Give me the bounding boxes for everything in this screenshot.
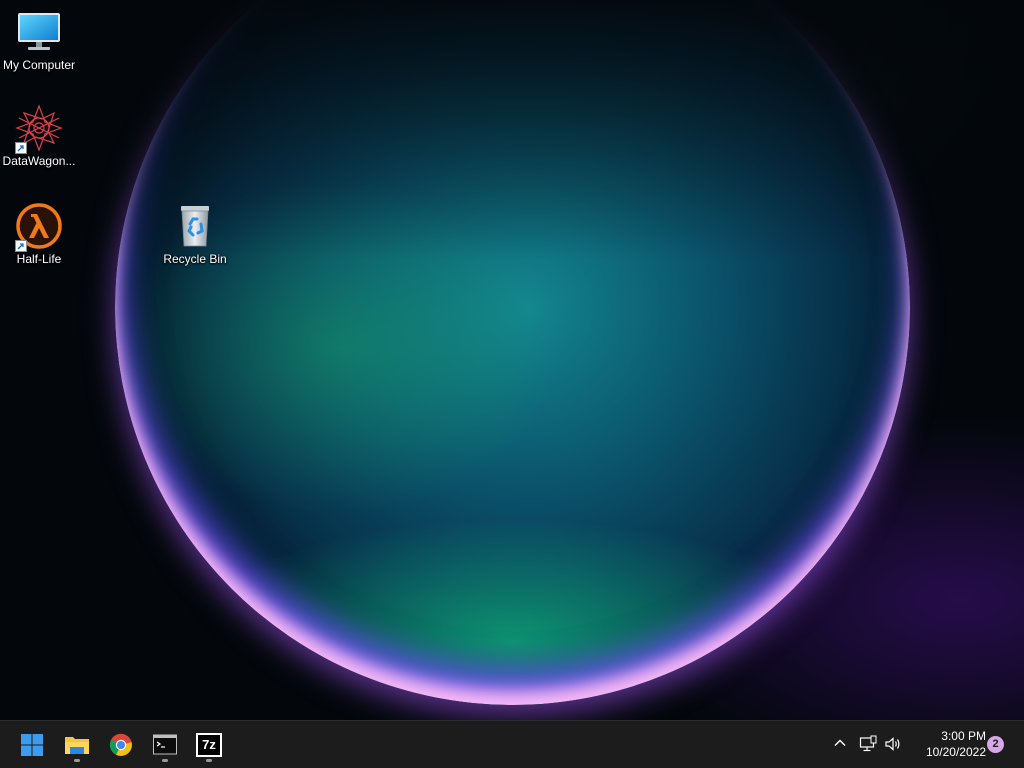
7zip-label: 7z <box>202 737 216 752</box>
running-indicator <box>74 759 80 762</box>
desktop-icon-recycle-bin[interactable]: Recycle Bin <box>156 202 234 266</box>
clock[interactable]: 3:00 PM 10/20/2022 <box>906 728 986 760</box>
running-indicator <box>206 759 212 762</box>
shortcut-arrow-icon <box>15 142 27 154</box>
desktop-icon-my-computer[interactable]: My Computer <box>0 8 78 72</box>
desktop-icon-label: Half-Life <box>16 252 62 266</box>
network-icon <box>859 735 877 752</box>
desktop-icon-label: DataWagon... <box>2 154 76 168</box>
network-button[interactable] <box>859 735 877 758</box>
windows-start-icon <box>21 734 43 756</box>
notification-badge[interactable]: 2 <box>987 736 1004 753</box>
desktop-wallpaper <box>0 0 1024 720</box>
desktop-icon-label: My Computer <box>2 58 76 72</box>
desktop-icon-half-life[interactable]: Half-Life <box>0 202 78 266</box>
show-hidden-icons-button[interactable] <box>832 735 848 756</box>
half-life-icon <box>15 202 63 252</box>
taskbar-chrome[interactable] <box>101 725 141 765</box>
datawagon-icon <box>15 104 63 154</box>
taskbar-terminal[interactable] <box>145 725 185 765</box>
folder-icon <box>65 737 89 754</box>
desktop-icon-datawagon[interactable]: DataWagon... <box>0 104 78 168</box>
taskbar-file-explorer[interactable] <box>57 725 97 765</box>
chevron-up-icon <box>834 739 846 746</box>
shortcut-arrow-icon <box>15 240 27 252</box>
desktop-icon-label: Recycle Bin <box>163 252 227 266</box>
running-indicator <box>162 759 168 762</box>
clock-date: 10/20/2022 <box>925 745 986 759</box>
7zip-icon: 7z <box>196 733 222 757</box>
clock-time: 3:00 PM <box>941 729 986 743</box>
volume-button[interactable] <box>884 735 902 758</box>
start-button[interactable] <box>12 725 52 765</box>
command-prompt-icon <box>153 734 177 755</box>
chrome-icon <box>109 733 132 756</box>
volume-icon <box>885 737 900 751</box>
monitor-icon <box>15 8 63 56</box>
taskbar-7zip[interactable]: 7z <box>189 725 229 765</box>
recycle-bin-icon <box>171 202 219 250</box>
taskbar: 7z 3:00 PM 10/20/2022 2 <box>0 720 1024 768</box>
